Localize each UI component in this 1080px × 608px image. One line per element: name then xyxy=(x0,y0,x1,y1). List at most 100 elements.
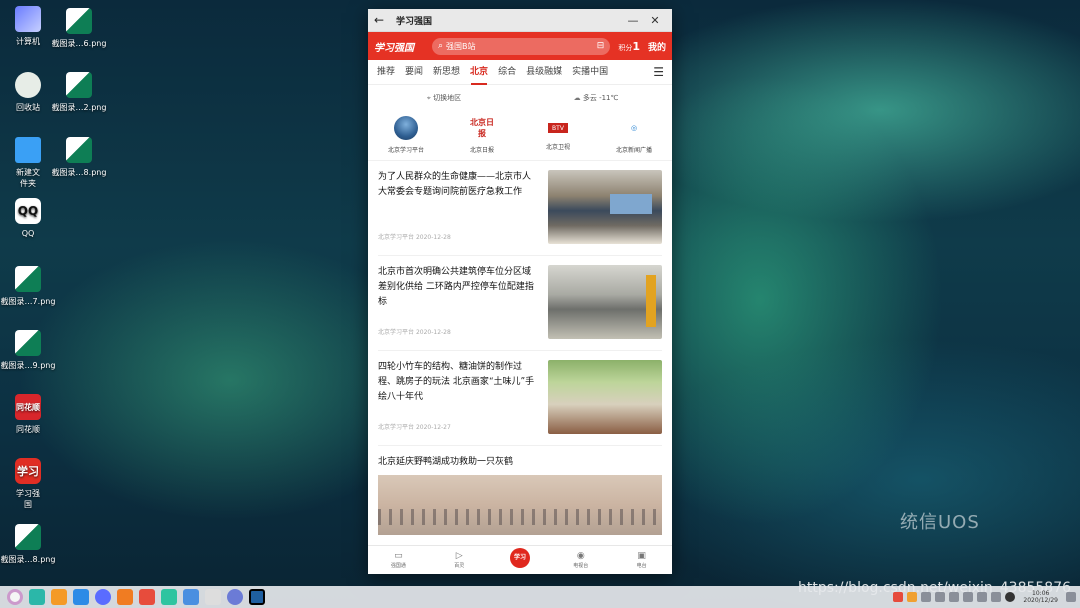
store-icon[interactable] xyxy=(117,589,133,605)
tray-app-icon[interactable] xyxy=(907,592,918,602)
network-icon[interactable] xyxy=(935,592,946,602)
channel-label: 北京学习平台 xyxy=(387,147,424,154)
desktop-icon-xuexiqiangguo[interactable]: 学习 学习强国 xyxy=(0,458,56,510)
channel-beijing-study[interactable]: 北京学习平台 xyxy=(368,114,444,154)
desktop-icon-qq[interactable]: QQ QQ xyxy=(0,198,56,239)
minimize-icon[interactable]: — xyxy=(622,14,644,27)
channel-tabs: 推荐 要闻 新思想 北京 综合 县级融媒 实播中国 ☰ xyxy=(368,60,672,85)
news-item[interactable]: 为了人民群众的生命健康——北京市人大常委会专题询问院前医疗急救工作 北京学习平台… xyxy=(378,161,662,256)
file-manager-icon[interactable] xyxy=(73,589,89,605)
app-header: 学习强国 ⌕ 强国B站 ⊟ 积分1 我的 xyxy=(368,32,672,60)
nav-qiangguotong[interactable]: ▭ 强国通 xyxy=(368,551,429,569)
uos-logo: 统信UOS xyxy=(900,512,980,533)
qq-icon: QQ xyxy=(15,198,41,224)
desktop-icon-screenshot-8[interactable]: 截图录…8.png xyxy=(51,137,107,178)
video-icon: ▷ xyxy=(455,551,463,561)
nav-label: 百灵 xyxy=(454,563,465,569)
app-store-icon[interactable] xyxy=(51,589,67,605)
switch-region-label: 切换地区 xyxy=(433,93,462,102)
channel-label: 北京新闻广播 xyxy=(615,147,652,154)
news-image xyxy=(378,475,662,535)
taskbar: 10:06 2020/12/29 xyxy=(0,586,1080,608)
tab-beijing[interactable]: 北京 xyxy=(465,60,493,85)
clipboard-icon[interactable] xyxy=(977,592,988,602)
study-logo-icon: 学习 xyxy=(509,548,530,568)
documents-icon[interactable] xyxy=(183,589,199,605)
desktop-icon-screenshot-6[interactable]: 截图录…6.png xyxy=(51,8,107,49)
search-placeholder: 强国B站 xyxy=(446,41,476,51)
tray-app-icon[interactable] xyxy=(893,592,904,602)
clock-date: 2020/12/29 xyxy=(1023,597,1058,604)
keyboard-icon[interactable] xyxy=(963,592,974,602)
multitask-icon[interactable] xyxy=(29,589,45,605)
chat-icon: ▭ xyxy=(394,551,403,561)
volume-icon[interactable] xyxy=(921,592,932,602)
menu-icon[interactable]: ☰ xyxy=(653,65,668,79)
close-icon[interactable]: ✕ xyxy=(644,14,666,27)
power-icon[interactable] xyxy=(1005,592,1016,602)
app-logo[interactable]: 学习强国 xyxy=(374,39,432,54)
desktop-icon-label: 截图录…7.png xyxy=(0,297,56,306)
switch-region-button[interactable]: ⌖ 切换地区 xyxy=(368,93,520,103)
news-item[interactable]: 四轮小竹车的结构、糖油饼的制作过程、跳房子的玩法 北京画家“土味儿”手绘八十年代… xyxy=(378,351,662,446)
tab-recommend[interactable]: 推荐 xyxy=(372,60,400,85)
desktop-icon-tonghuashun[interactable]: 同花顺 同花顺 xyxy=(0,394,56,435)
channel-btv[interactable]: BTV 北京卫视 xyxy=(520,114,596,154)
search-icon: ⌕ xyxy=(438,41,444,51)
music-icon[interactable] xyxy=(161,589,177,605)
text-editor-icon[interactable] xyxy=(205,589,221,605)
settings-icon[interactable] xyxy=(227,589,243,605)
tab-county-media[interactable]: 县级融媒 xyxy=(521,60,567,85)
desktop-icon-screenshot-2[interactable]: 截图录…2.png xyxy=(51,72,107,113)
clock[interactable]: 10:06 2020/12/29 xyxy=(1023,590,1058,604)
search-input[interactable]: ⌕ 强国B站 ⊟ xyxy=(432,37,611,55)
nav-radio[interactable]: ▣ 电台 xyxy=(611,551,672,569)
desktop-icon-label: 截图录…8.png xyxy=(0,555,56,564)
location-pin-icon: ⌖ xyxy=(426,93,431,102)
notification-icon[interactable] xyxy=(1066,592,1076,602)
nav-study[interactable]: 学习 xyxy=(490,548,551,568)
dialog-app-icon[interactable] xyxy=(249,589,265,605)
news-meta: 北京学习平台 2020-12-28 xyxy=(378,327,538,342)
news-item-large[interactable]: 北京延庆野鸭湖成功救助一只灰鹤 xyxy=(378,446,662,535)
news-meta: 北京学习平台 2020-12-28 xyxy=(378,232,538,247)
image-file-icon xyxy=(15,524,41,550)
nav-bailing[interactable]: ▷ 百灵 xyxy=(429,551,490,569)
nav-tv[interactable]: ◉ 电视台 xyxy=(550,551,611,569)
desktop-icon-screenshot-9[interactable]: 截图录…9.png xyxy=(0,330,56,371)
news-thumbnail xyxy=(548,170,662,244)
mine-button[interactable]: 我的 xyxy=(648,40,666,53)
channel-beijing-daily[interactable]: 北京日报 北京日报 xyxy=(444,114,520,154)
score-value: 1 xyxy=(632,39,640,53)
pen-icon[interactable] xyxy=(949,592,960,602)
window-titlebar[interactable]: ← 学习强国 — ✕ xyxy=(368,9,672,32)
tab-live-china[interactable]: 实播中国 xyxy=(567,60,613,85)
tab-general[interactable]: 综合 xyxy=(493,60,521,85)
desktop-icon-label: 截图录…2.png xyxy=(51,103,107,112)
desktop-icon-label: 学习强国 xyxy=(16,489,40,509)
desktop-icon-screenshot-7[interactable]: 截图录…7.png xyxy=(0,266,56,307)
news-date: 2020-12-28 xyxy=(415,234,451,241)
scan-icon[interactable]: ⊟ xyxy=(597,41,605,51)
score-prefix: 积分 xyxy=(618,43,633,52)
browser-icon[interactable] xyxy=(95,589,111,605)
desktop-icon-trash[interactable]: 回收站 xyxy=(0,72,56,113)
tab-new-thought[interactable]: 新思想 xyxy=(428,60,465,85)
launcher-icon[interactable] xyxy=(7,589,23,605)
desktop-icon-label: 新建文件夹 xyxy=(16,168,40,188)
news-item[interactable]: 北京市首次明确公共建筑停车位分区域差别化供给 二环路内严控停车位配建指标 北京学… xyxy=(378,256,662,351)
desktop-icon-screenshot-8b[interactable]: 截图录…8.png xyxy=(0,524,56,565)
news-source: 北京学习平台 xyxy=(378,329,415,336)
photos-icon[interactable] xyxy=(139,589,155,605)
score-badge[interactable]: 积分1 xyxy=(618,40,640,53)
tab-headlines[interactable]: 要闻 xyxy=(400,60,428,85)
back-arrow-icon[interactable]: ← xyxy=(374,13,388,27)
news-headline: 为了人民群众的生命健康——北京市人大常委会专题询问院前医疗急救工作 xyxy=(378,172,532,197)
desktop-icon-new-folder[interactable]: 新建文件夹 xyxy=(0,137,56,189)
image-file-icon xyxy=(15,330,41,356)
display-icon[interactable] xyxy=(991,592,1002,602)
nav-label: 强国通 xyxy=(390,563,406,569)
channel-beijing-radio[interactable]: ◎ 北京新闻广播 xyxy=(596,114,672,154)
desktop-icon-computer[interactable]: 计算机 xyxy=(0,6,56,47)
radio-icon: ▣ xyxy=(637,551,646,561)
